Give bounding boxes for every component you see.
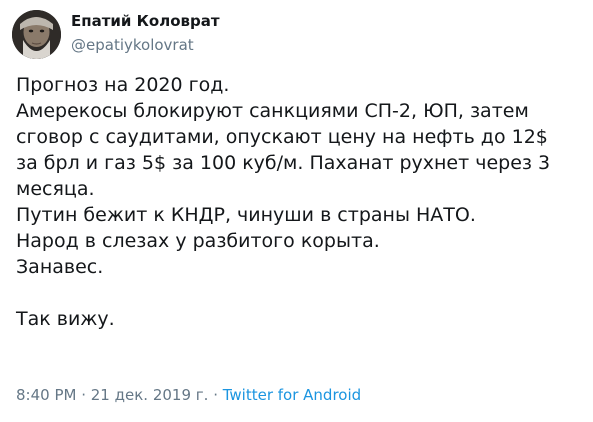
meta-separator: · bbox=[208, 386, 223, 404]
avatar-portrait-icon bbox=[12, 10, 61, 59]
tweet-meta: 8:40 PM · 21 дек. 2019 г. · Twitter for … bbox=[16, 386, 361, 404]
tweet-text: Прогноз на 2020 год. Амерекосы блокируют… bbox=[16, 72, 581, 332]
tweet-line bbox=[16, 280, 581, 306]
tweet-line: за брл и газ 5$ за 100 куб/м. Паханат ру… bbox=[16, 152, 551, 174]
tweet-source-link[interactable]: Twitter for Android bbox=[223, 386, 361, 404]
author-name[interactable]: Епатий Коловрат bbox=[71, 12, 220, 30]
tweet-time[interactable]: 8:40 PM bbox=[16, 386, 76, 404]
tweet-line: Народ в слезах у разбитого корыта. bbox=[16, 230, 380, 252]
tweet-line: Прогноз на 2020 год. bbox=[16, 74, 230, 96]
tweet-line: Путин бежит к КНДР, чинуши в страны НАТО… bbox=[16, 204, 476, 226]
tweet-line: Занавес. bbox=[16, 256, 104, 278]
tweet-line: сговор с саудитами, опускают цену на неф… bbox=[16, 126, 548, 148]
meta-separator: · bbox=[76, 386, 91, 404]
tweet-date[interactable]: 21 дек. 2019 г. bbox=[91, 386, 209, 404]
tweet-line: Амерекосы блокируют санкциями СП-2, ЮП, … bbox=[16, 100, 529, 122]
avatar[interactable] bbox=[12, 10, 61, 59]
tweet-line: Так вижу. bbox=[16, 308, 115, 330]
author-handle[interactable]: @epatiykolovrat bbox=[71, 36, 194, 54]
tweet-card: Епатий Коловрат @epatiykolovrat Прогноз … bbox=[0, 0, 593, 422]
tweet-line: месяца. bbox=[16, 178, 95, 200]
